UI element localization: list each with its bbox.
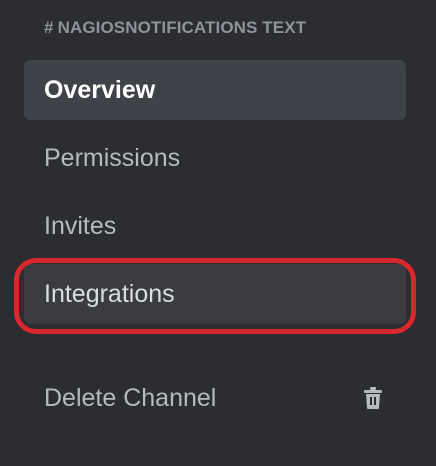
sidebar-item-invites[interactable]: Invites	[24, 196, 406, 256]
highlight-annotation	[14, 258, 416, 334]
delete-channel-button[interactable]: Delete Channel	[24, 368, 406, 428]
sidebar-item-label: Invites	[44, 211, 117, 240]
sidebar-item-label: Permissions	[44, 143, 181, 172]
trash-icon	[362, 386, 384, 410]
channel-category-header: # NAGIOSNOTIFICATIONS TEXT	[44, 18, 436, 42]
sidebar-item-label: Overview	[44, 75, 156, 104]
sidebar-item-permissions[interactable]: Permissions	[24, 128, 406, 188]
sidebar-item-overview[interactable]: Overview	[24, 60, 406, 120]
channel-settings-sidebar: # NAGIOSNOTIFICATIONS TEXT Overview Permi…	[0, 0, 436, 466]
channel-hash-symbol: #	[44, 18, 54, 37]
delete-channel-label: Delete Channel	[44, 383, 217, 412]
channel-name-label: NAGIOSNOTIFICATIONS TEXT	[57, 18, 307, 37]
